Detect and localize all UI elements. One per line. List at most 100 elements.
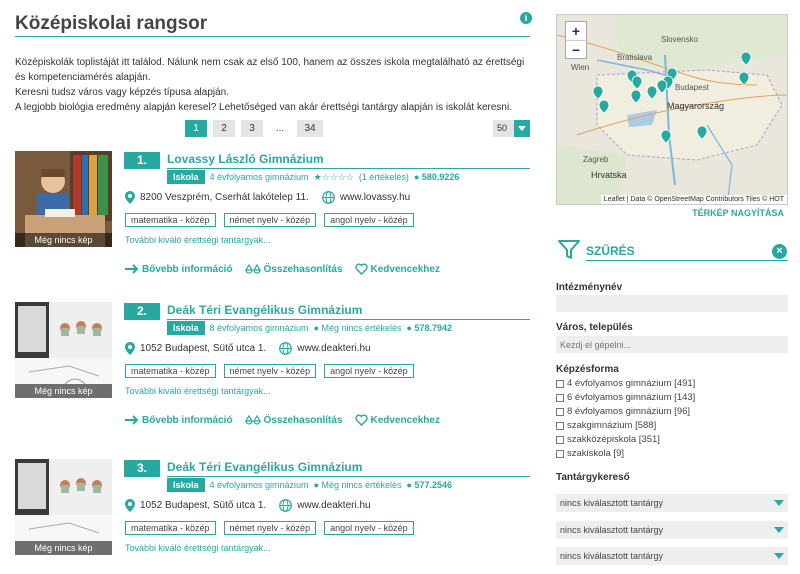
map-expand-link[interactable]: TÉRKÉP NAGYÍTÁSA — [692, 208, 784, 218]
rank-badge: 3. — [124, 460, 160, 477]
type-badge: Iskola — [167, 478, 205, 492]
favorite-button[interactable]: Kedvencekhez — [354, 263, 440, 275]
city-input[interactable] — [556, 336, 788, 353]
checkbox[interactable] — [556, 435, 564, 444]
intro-line: Középiskolák toplistáját itt találod. Ná… — [15, 57, 525, 83]
more-info-label: Bővebb információ — [142, 414, 233, 426]
page-button-2[interactable]: 2 — [213, 120, 235, 137]
training-option[interactable]: 6 évfolyamos gimnázium [143] — [556, 392, 695, 403]
subject-tag: angol nyelv - közép — [324, 521, 414, 535]
page-button-34[interactable]: 34 — [297, 120, 323, 137]
map-marker-icon — [630, 89, 642, 104]
school-name-link[interactable]: Deák Téri Evangélikus Gimnázium — [167, 303, 362, 317]
map-zoom-control: + − — [565, 21, 587, 59]
training-option[interactable]: 4 évfolyamos gimnázium [491] — [556, 378, 695, 389]
page-button-1[interactable]: 1 — [185, 120, 207, 137]
training-option-label: 6 évfolyamos gimnázium [143] — [567, 392, 696, 403]
compare-button[interactable]: Összehasonlítás — [244, 414, 343, 426]
map-attribution[interactable]: Leaflet | Data © OpenStreetMap Contribut… — [600, 195, 787, 204]
zoom-out-button[interactable]: − — [566, 40, 586, 58]
info-icon[interactable]: i — [520, 12, 532, 24]
more-subjects-link[interactable]: További kiváló érettségi tantárgyak... — [125, 543, 271, 553]
map-marker-icon — [592, 85, 604, 100]
filter-funnel-icon — [558, 240, 580, 259]
school-thumbnail[interactable]: Még nincs kép — [15, 459, 112, 555]
school-score: ● 580.9226 — [413, 172, 460, 182]
pagination: 1 2 3 ... 34 — [185, 120, 323, 138]
compare-label: Összehasonlítás — [263, 263, 343, 275]
rank-badge: 1. — [124, 152, 160, 169]
map-marker-icon — [740, 51, 752, 66]
intro-line: Keresni tudsz város vagy képzés típusa a… — [15, 87, 230, 98]
location-pin-icon — [125, 498, 135, 512]
map-marker-icon — [631, 75, 643, 90]
training-option-label: szakgimnázium [588] — [567, 420, 657, 431]
subject-tag: matematika - közép — [125, 521, 216, 535]
per-page-value: 50 — [497, 123, 508, 133]
training-option-label: szakiskola [9] — [567, 448, 625, 459]
school-thumbnail[interactable]: Még nincs kép — [15, 151, 112, 247]
school-type: 8 évfolyamos gimnázium — [209, 323, 309, 333]
zoom-in-button[interactable]: + — [566, 22, 586, 40]
favorite-button[interactable]: Kedvencekhez — [354, 414, 440, 426]
institution-input[interactable] — [556, 295, 788, 312]
training-option[interactable]: 8 évfolyamos gimnázium [96] — [556, 406, 690, 417]
thumbnail-caption: Még nincs kép — [15, 541, 112, 555]
school-name-link[interactable]: Lovassy László Gimnázium — [167, 152, 324, 166]
checkbox[interactable] — [556, 421, 564, 430]
favorite-label: Kedvencekhez — [370, 263, 440, 275]
compare-button[interactable]: Összehasonlítás — [244, 263, 343, 275]
subject-search-label: Tantárgykereső — [556, 472, 630, 483]
school-website-link[interactable]: www.deakteri.hu — [297, 343, 370, 354]
more-info-button[interactable]: Bővebb információ — [125, 263, 233, 275]
per-page-select[interactable]: 50 — [493, 120, 530, 137]
institution-label: Intézménynév — [556, 282, 623, 293]
more-info-label: Bővebb információ — [142, 263, 233, 275]
subject-tag: matematika - közép — [125, 213, 216, 227]
training-option[interactable]: szakiskola [9] — [556, 448, 624, 459]
school-website-link[interactable]: www.deakteri.hu — [297, 500, 370, 511]
subject-select[interactable]: nincs kiválasztott tantárgy — [556, 547, 788, 565]
address-row: 1052 Budapest, Sütő utca 1. www.deakteri… — [125, 498, 371, 512]
map-marker-icon — [656, 79, 668, 94]
address-row: 8200 Veszprém, Cserhát lakótelep 11. www… — [125, 190, 410, 204]
school-type: 4 évfolyamos gimnázium — [209, 480, 309, 490]
subject-tags: matematika - közép német nyelv - közép a… — [125, 364, 414, 378]
checkbox[interactable] — [556, 379, 564, 388]
subject-tag: német nyelv - közép — [223, 213, 317, 227]
more-info-button[interactable]: Bővebb információ — [125, 414, 233, 426]
school-score: ● 578.7942 — [406, 323, 453, 333]
checkbox[interactable] — [556, 393, 564, 402]
school-thumbnail[interactable]: Még nincs kép — [15, 302, 112, 398]
scales-icon — [244, 263, 261, 274]
rating-count: ● Még nincs értékelés — [313, 480, 402, 490]
subject-tag: német nyelv - közép — [223, 521, 317, 535]
more-subjects-link[interactable]: További kiváló érettségi tantárgyak... — [125, 235, 271, 245]
school-name-link[interactable]: Deák Téri Evangélikus Gimnázium — [167, 460, 362, 474]
map-marker-icon — [646, 85, 658, 100]
training-option[interactable]: szakközépiskola [351] — [556, 434, 660, 445]
training-option-label: 8 évfolyamos gimnázium [96] — [567, 406, 691, 417]
favorite-label: Kedvencekhez — [370, 414, 440, 426]
training-option[interactable]: szakgimnázium [588] — [556, 420, 656, 431]
subject-tags: matematika - közép német nyelv - közép a… — [125, 213, 414, 227]
title-divider — [15, 36, 530, 37]
school-website-link[interactable]: www.lovassy.hu — [340, 192, 410, 203]
subject-tag: angol nyelv - közép — [324, 213, 414, 227]
star-rating[interactable]: ★☆☆☆☆ — [314, 170, 354, 184]
subject-select[interactable]: nincs kiválasztott tantárgy — [556, 494, 788, 512]
globe-icon — [279, 498, 293, 512]
chevron-down-icon — [514, 120, 530, 137]
checkbox[interactable] — [556, 449, 564, 458]
subject-tag: angol nyelv - közép — [324, 364, 414, 378]
thumbnail-caption: Még nincs kép — [15, 384, 112, 398]
school-meta: Iskola 4 évfolyamos gimnázium ● Még ninc… — [167, 478, 452, 492]
checkbox[interactable] — [556, 407, 564, 416]
name-divider — [167, 476, 530, 477]
school-type: 4 évfolyamos gimnázium — [209, 172, 309, 182]
school-map[interactable]: Slovensko Bratislava Wien Budapest Magya… — [556, 14, 788, 205]
page-button-3[interactable]: 3 — [241, 120, 263, 137]
clear-filter-button[interactable]: × — [772, 244, 787, 259]
subject-select[interactable]: nincs kiválasztott tantárgy — [556, 521, 788, 539]
more-subjects-link[interactable]: További kiváló érettségi tantárgyak... — [125, 386, 271, 396]
